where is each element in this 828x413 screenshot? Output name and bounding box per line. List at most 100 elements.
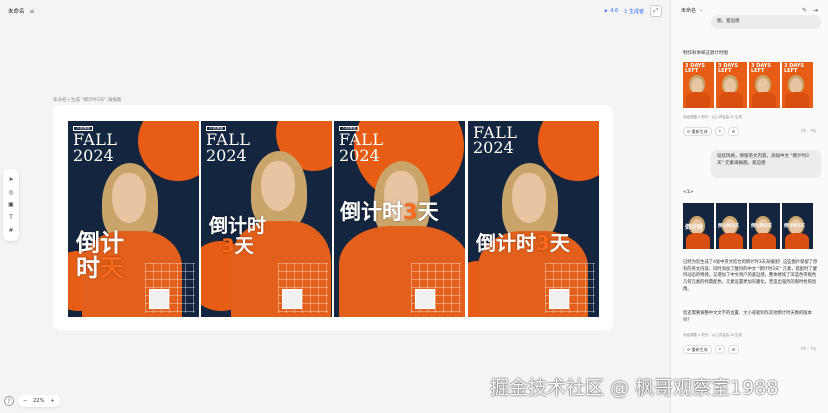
zoom-out-button[interactable]: − [23,398,27,404]
result-thumbnails: 3 DAYS LEFT 3 DAYS LEFT 3 DAYS LEFT 3 DA… [683,62,813,108]
retry-label: 重新生成 [691,346,708,352]
watermark: 掘金技术社区 @ 枫哥观察室1988 [490,377,779,399]
poster-1[interactable]: 人物海报 FALL 2024 倒计 时天 [68,121,199,317]
toggle-panel-icon[interactable]: ⤢ [650,5,662,17]
cn-number: 3 [403,200,418,224]
thumbnail-label: 倒计时3天 [718,224,740,229]
retry-label: 重新生成 [691,128,708,134]
settings-icon[interactable]: ⚙ [727,127,740,136]
chat-panel: 未命名 ⌄ ✎ ⇥ 图，紧迫感 制作秋季邮这款计时图 3 DAYS LEFT 3… [670,0,828,413]
poster-4[interactable]: FALL 2024 倒计时3天 [468,121,599,317]
poster-line2: 2024 [473,138,514,158]
assistant-followup: 您还需要调整中文文字的位置、大小或者制作其他倒计时天数的版本吗？ [683,311,812,323]
poster-line2: 2024 [206,145,247,165]
thumbs-down-icon[interactable]: 👎︎ [811,346,816,352]
message-meta: 未经调整 2 积分 · 以上内容由 AI 生成 [683,333,742,337]
top-bar: 未命名 ≡ ✦ 4.6 1 生成者 ⤢ [0,0,670,22]
result-thumbnails: 倒计时 倒计时3天 倒计时3天 倒计时3天 [683,203,813,249]
refresh-icon: ⟳ [687,129,691,134]
zoom-level[interactable]: 22% [33,398,44,404]
inset-photo [415,289,435,309]
cn-line2: 时 [76,254,100,283]
thumbnail-label: 倒计时3天 [751,224,773,229]
assistant-reply: 已经为您生成了4张中英文结合的倒计时3天海报图！这些图片保留了原有的英文内容，同… [683,260,818,292]
cursor-icon[interactable]: ➤ [8,176,13,183]
image-icon[interactable]: ▣ [8,201,14,208]
poster-cn-text: 倒计时3天 [340,201,439,223]
canvas-area[interactable]: 未命名 ≡ ✦ 4.6 1 生成者 ⤢ 未命名 | 生成 "倒计时3天" 海报图 … [0,0,670,413]
menu-icon[interactable]: ≡ [30,8,35,15]
credits-value: 4.6 [610,8,619,14]
credits-badge[interactable]: ✦ 4.6 [603,8,618,15]
share-button[interactable]: 1 生成者 [624,8,644,15]
poster-2[interactable]: 人物海报 FALL 2024 倒计时 3天 [201,121,332,317]
section-title: 制作秋季邮这款计时图 [683,51,728,56]
feedback-buttons: 👍︎ 👎︎ [801,128,816,134]
inset-photo [149,289,169,309]
retry-button[interactable]: ⟳ 重新生成 [683,127,712,136]
quote-icon[interactable]: ❝ [714,127,725,136]
model-face [261,161,295,211]
model-face [512,173,546,223]
frame-icon[interactable]: # [8,227,13,234]
poster-headline: 人物海报 FALL 2024 [73,125,118,163]
lasso-icon[interactable]: ◎ [8,189,13,196]
cn-number: 3 [221,234,235,257]
poster-3[interactable]: 人物海报 FALL 2024 倒计时3天 [334,121,465,317]
settings-icon[interactable]: ⚙ [727,345,740,354]
thumbnail[interactable]: 3 DAYS LEFT [749,62,780,108]
thumbnail[interactable]: 倒计时3天 [782,203,813,249]
frame-label: 未命名 | 生成 "倒计时3天" 海报图 [53,98,122,103]
retry-button[interactable]: ⟳ 重新生成 [683,345,712,354]
thumbnail-label: 倒计时 [685,224,704,231]
user-message-bubble: 延续风格，保留英文内容，添加中文 "倒计时3天" 元素海报图，紧迫感 [711,150,821,178]
poster-line2: 2024 [339,145,380,165]
thumbs-down-icon[interactable]: 👎︎ [811,128,816,134]
cn-line1: 倒计时 [209,215,267,237]
new-chat-icon[interactable]: ✎ [802,7,807,14]
thumbnail[interactable]: 3 DAYS LEFT [716,62,747,108]
thumbnail[interactable]: 倒计时3天 [749,203,780,249]
poster-headline: 人物海报 FALL 2024 [339,125,384,163]
thumbnail-label: 3 DAYS LEFT [718,63,738,74]
project-title[interactable]: 未命名 [8,7,25,15]
section-title: <1> [683,190,694,195]
model-face [112,173,146,223]
thumbnail[interactable]: 倒计时3天 [716,203,747,249]
thumbnail-label: 倒计时3天 [784,224,806,229]
message-meta: 未经调整 2 积分 · 以上内容由 AI 生成 [683,115,742,119]
inset-photo [549,289,569,309]
user-message-bubble: 图，紧迫感 [711,15,821,29]
poster-headline: 人物海报 FALL 2024 [206,125,251,163]
thumbnail[interactable]: 3 DAYS LEFT [683,62,714,108]
chevron-down-icon[interactable]: ⌄ [699,7,703,13]
thumbnail[interactable]: 3 DAYS LEFT [782,62,813,108]
message-actions: ⟳ 重新生成 ❝ ⚙ [683,345,740,354]
poster-cn-text: 倒计时 3天 [209,215,267,257]
help-icon[interactable]: ? [4,396,14,406]
zoom-in-button[interactable]: + [50,398,54,404]
cn-number: 3 [536,231,550,255]
text-icon[interactable]: T [9,214,13,221]
poster-cn-text: 倒计 时天 [76,229,124,283]
thumbs-up-icon[interactable]: 👍︎ [801,346,806,352]
thumbnail-label: 3 DAYS LEFT [751,63,771,74]
collapse-icon[interactable]: ⇥ [813,7,818,14]
inset-photo [282,289,302,309]
cn-day: 天 [234,234,254,257]
poster-cn-text: 倒计时3天 [476,233,570,254]
chat-title[interactable]: 未命名 [681,7,696,14]
feedback-buttons: 👍︎ 👎︎ [801,346,816,352]
artboard[interactable]: 人物海报 FALL 2024 倒计 时天 人物海报 FALL 2024 倒计时 … [53,105,613,330]
cn-line1: 倒计 [76,229,124,257]
thumbnail[interactable]: 倒计时 [683,203,714,249]
cn-day: 天 [549,231,570,255]
quote-icon[interactable]: ❝ [714,345,725,354]
thumbs-up-icon[interactable]: 👍︎ [801,128,806,134]
thumbnail-label: 3 DAYS LEFT [784,63,804,74]
cn-line1: 倒计时 [340,200,403,224]
cn-line2-accent: 天 [100,254,124,283]
message-actions: ⟳ 重新生成 ❝ ⚙ [683,127,740,136]
poster-line2: 2024 [73,145,114,165]
bolt-icon: ✦ [603,7,609,15]
